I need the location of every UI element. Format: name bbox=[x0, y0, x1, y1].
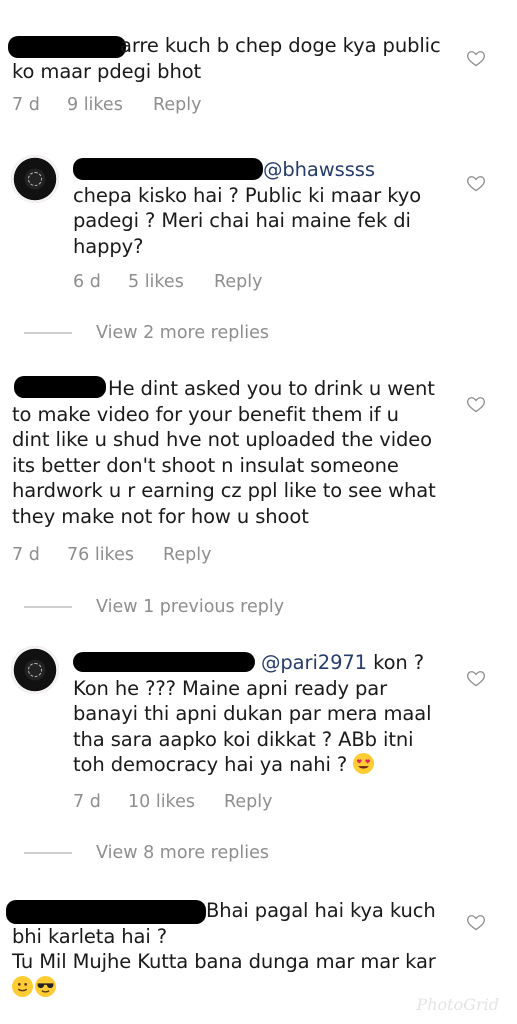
like-count[interactable]: 76 likes bbox=[67, 545, 163, 565]
avatar[interactable] bbox=[11, 646, 59, 694]
slightly-smiling-emoji bbox=[12, 975, 33, 997]
divider bbox=[24, 852, 72, 854]
divider bbox=[24, 606, 72, 608]
like-count[interactable]: 5 likes bbox=[128, 272, 214, 292]
comment-age: 6 d bbox=[73, 272, 101, 292]
mention-line: @pari2971 kon ? bbox=[261, 651, 425, 674]
reply-button[interactable]: Reply bbox=[163, 545, 211, 565]
comment-age: 7 d bbox=[12, 545, 40, 565]
heart-icon[interactable] bbox=[466, 912, 486, 932]
heart-icon[interactable] bbox=[466, 668, 486, 688]
comment-2: @bhawssss chepa kisko hai ? Public ki ma… bbox=[0, 130, 517, 310]
avatar-icon bbox=[28, 172, 42, 186]
comment-3: He dint asked you to drink u went to mak… bbox=[0, 370, 517, 585]
heart-icon[interactable] bbox=[466, 48, 486, 68]
like-count[interactable]: 10 likes bbox=[128, 792, 224, 812]
mention-link[interactable]: @pari2971 bbox=[261, 651, 367, 674]
comment-text: @pari2971 kon ? Kon he ??? Maine apni re… bbox=[73, 651, 432, 776]
comment-meta: 7 d 76 likes Reply bbox=[12, 545, 211, 565]
heart-eyes-emoji bbox=[353, 753, 375, 774]
like-count[interactable]: 9 likes bbox=[67, 95, 153, 115]
comment-age: 7 d bbox=[73, 792, 101, 812]
divider bbox=[24, 332, 72, 334]
reply-button[interactable]: Reply bbox=[153, 95, 201, 115]
sunglasses-emoji bbox=[35, 975, 56, 997]
comment-text: Bhai pagal hai kya kuch bhi karleta hai … bbox=[12, 898, 436, 1000]
avatar-icon bbox=[28, 663, 42, 677]
heart-icon[interactable] bbox=[466, 173, 486, 193]
comment-text: bhawsarre kuch b chep doge kya public ko… bbox=[12, 34, 441, 83]
view-more-replies[interactable]: View 8 more replies bbox=[24, 843, 269, 863]
view-previous-reply[interactable]: View 1 previous reply bbox=[24, 597, 284, 617]
mention-link[interactable]: @bhawssss bbox=[263, 157, 375, 183]
comment-4: @pari2971 kon ? Kon he ??? Maine apni re… bbox=[0, 640, 517, 820]
watermark: PhotoGrid bbox=[416, 995, 499, 1014]
heart-icon[interactable] bbox=[466, 394, 486, 414]
comment-age: 7 d bbox=[12, 95, 40, 115]
comment-meta: 6 d 5 likes Reply bbox=[73, 272, 262, 292]
reply-button[interactable]: Reply bbox=[224, 792, 272, 812]
comment-text: @bhawssss chepa kisko hai ? Public ki ma… bbox=[73, 157, 422, 258]
comment-text: He dint asked you to drink u went to mak… bbox=[12, 377, 436, 528]
avatar[interactable] bbox=[11, 155, 59, 203]
reply-button[interactable]: Reply bbox=[214, 272, 262, 292]
comment-1: bhawsarre kuch b chep doge kya public ko… bbox=[0, 0, 517, 130]
comment-meta: 7 d 9 likes Reply bbox=[12, 95, 201, 115]
comment-meta: 7 d 10 likes Reply bbox=[73, 792, 272, 812]
view-more-replies[interactable]: View 2 more replies bbox=[24, 323, 269, 343]
